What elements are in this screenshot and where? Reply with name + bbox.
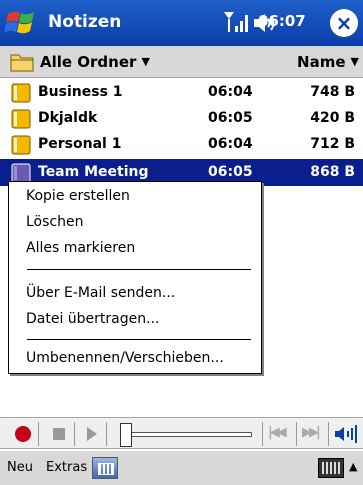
input-panel-icon[interactable] — [318, 458, 344, 478]
menu-item-beam-file[interactable]: Datei übertragen... — [26, 311, 159, 327]
close-button[interactable]: × — [330, 9, 358, 37]
note-size: 712 B — [310, 136, 355, 152]
note-icon — [11, 135, 31, 155]
volume-icon[interactable] — [334, 424, 358, 444]
next-button[interactable]: ▶▶| — [302, 425, 321, 440]
divider — [262, 422, 263, 446]
play-button[interactable] — [80, 423, 102, 445]
note-time: 06:04 — [208, 84, 253, 100]
note-size: 420 B — [310, 110, 355, 126]
divider — [328, 422, 329, 446]
menu-item-send-email[interactable]: Über E-Mail senden... — [26, 285, 175, 301]
list-item[interactable]: Personal 1 06:04 712 B — [0, 131, 363, 158]
sort-dropdown-label: Name — [297, 53, 346, 71]
note-name: Business 1 — [38, 84, 123, 100]
recorder-toolbar: |◀◀ ▶▶| — [0, 417, 363, 449]
folder-dropdown[interactable]: Alle Ordner ▼ — [40, 53, 150, 71]
slider-thumb[interactable] — [120, 423, 132, 447]
note-time: 06:05 — [208, 164, 253, 180]
sort-dropdown[interactable]: Name ▼ — [297, 53, 359, 71]
folder-bar: Alle Ordner ▼ Name ▼ — [0, 46, 363, 78]
chevron-down-icon: ▼ — [141, 55, 150, 68]
menu-item-copy[interactable]: Kopie erstellen — [26, 188, 130, 204]
note-name: Team Meeting — [38, 164, 149, 180]
app-title: Notizen — [48, 12, 122, 32]
note-time: 06:04 — [208, 136, 253, 152]
divider — [38, 422, 39, 446]
folder-icon — [10, 54, 34, 72]
divider — [296, 422, 297, 446]
list-item[interactable]: Business 1 06:04 748 B — [0, 79, 363, 106]
playback-slider[interactable] — [124, 432, 252, 437]
divider — [74, 422, 75, 446]
title-bar: Notizen 06:07 × — [0, 0, 363, 46]
note-icon — [11, 83, 31, 103]
record-button[interactable] — [12, 423, 34, 445]
stop-button[interactable] — [48, 423, 70, 445]
folder-dropdown-label: Alle Ordner — [40, 53, 137, 71]
chevron-up-icon[interactable]: ▲ — [349, 460, 357, 473]
new-menu[interactable]: Neu — [7, 460, 33, 475]
note-time: 06:05 — [208, 110, 253, 126]
menu-item-rename-move[interactable]: Umbenennen/Verschieben... — [26, 350, 224, 366]
windows-start-icon[interactable] — [4, 6, 40, 40]
list-item[interactable]: Dkjaldk 06:05 420 B — [0, 105, 363, 132]
previous-button[interactable]: |◀◀ — [268, 425, 287, 440]
clock[interactable]: 06:07 — [258, 12, 306, 30]
keyboard-icon[interactable] — [92, 457, 118, 479]
menu-item-delete[interactable]: Löschen — [26, 214, 83, 230]
note-icon — [11, 109, 31, 129]
note-size: 748 B — [310, 84, 355, 100]
note-name: Personal 1 — [38, 136, 122, 152]
menu-divider — [27, 339, 251, 340]
extras-menu[interactable]: Extras — [46, 460, 87, 475]
menu-divider — [27, 269, 251, 270]
menu-bar: Neu Extras ▲ — [0, 450, 363, 485]
context-menu: Kopie erstellen Löschen Alles markieren … — [8, 181, 262, 374]
menu-item-select-all[interactable]: Alles markieren — [26, 240, 135, 256]
note-name: Dkjaldk — [38, 110, 98, 126]
signal-icon[interactable] — [222, 9, 248, 35]
divider — [106, 422, 107, 446]
chevron-down-icon: ▼ — [350, 55, 359, 68]
note-size: 868 B — [310, 164, 355, 180]
